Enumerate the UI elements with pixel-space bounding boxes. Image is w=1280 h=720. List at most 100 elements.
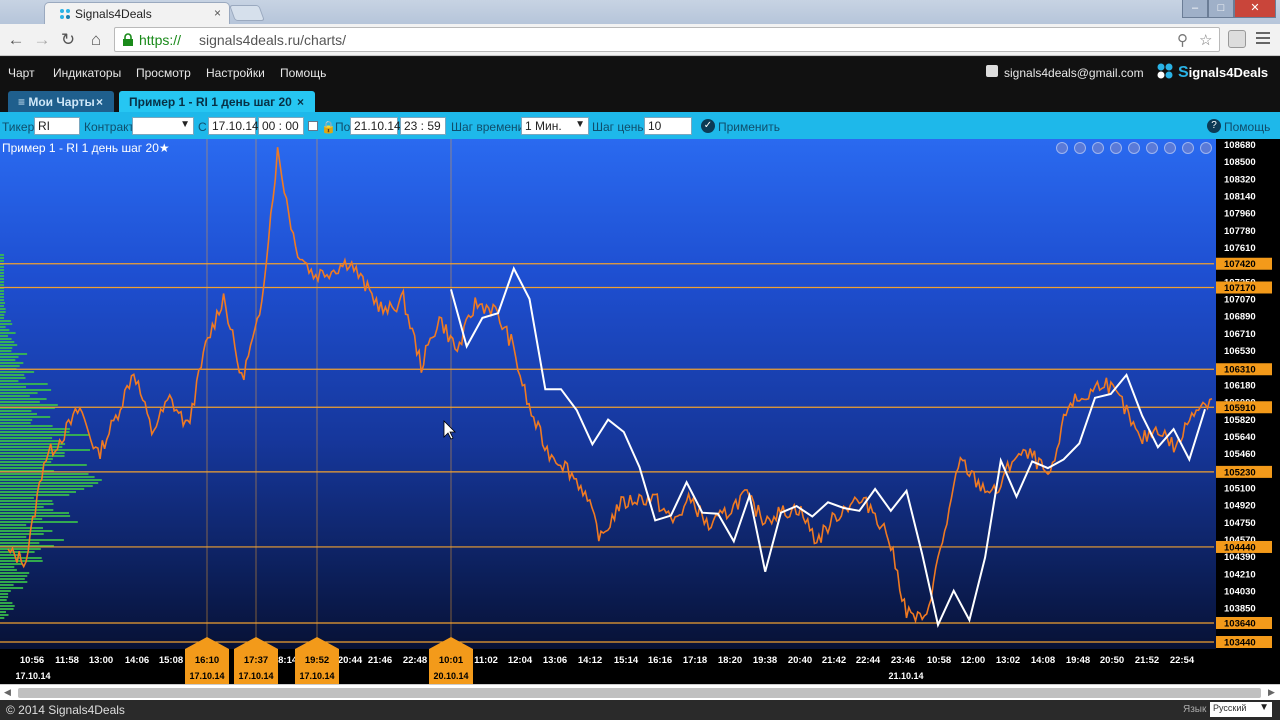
time-tick-label: 20:40 xyxy=(788,655,812,666)
forward-icon[interactable]: → xyxy=(32,30,52,50)
menu-chart[interactable]: Чарт xyxy=(8,66,35,80)
marker-date-label: 17.10.14 xyxy=(238,671,273,681)
price-tick-label: 107780 xyxy=(1224,226,1256,237)
price-tick-label: 105460 xyxy=(1224,449,1256,460)
window-minimize-button[interactable]: – xyxy=(1182,0,1208,18)
menu-indicators[interactable]: Индикаторы xyxy=(53,66,121,80)
move-icon[interactable] xyxy=(1164,142,1176,154)
menu-settings[interactable]: Настройки xyxy=(206,66,265,80)
price-tick-label: 106710 xyxy=(1224,329,1256,340)
price-tick-label: 104920 xyxy=(1224,501,1256,512)
price-tick-label: 108500 xyxy=(1224,157,1256,168)
draw-icon[interactable] xyxy=(1128,142,1140,154)
price-tick-label: 104390 xyxy=(1224,552,1256,563)
time-tick-label: 16:16 xyxy=(648,655,672,666)
price-tick-label: 105640 xyxy=(1224,432,1256,443)
price-level-label: 105230 xyxy=(1224,467,1256,478)
check-icon[interactable]: ✓ xyxy=(701,119,715,133)
scroll-right-icon[interactable]: ▶ xyxy=(1268,687,1275,698)
price-step-input[interactable]: 10 xyxy=(644,117,692,135)
chevron-down-icon: ▼ xyxy=(575,119,585,130)
range-checkbox[interactable] xyxy=(308,121,318,131)
camera-icon[interactable] xyxy=(1146,142,1158,154)
time-tick-label: 11:58 xyxy=(55,655,79,666)
time-tick-label: 22:54 xyxy=(1170,655,1195,666)
zoom-out-icon[interactable] xyxy=(1074,142,1086,154)
time-step-select[interactable]: 1 Мин. ▼ xyxy=(521,117,589,135)
grid-icon[interactable] xyxy=(1110,142,1122,154)
help-link[interactable]: Помощь xyxy=(1224,120,1270,134)
price-tick-label: 104750 xyxy=(1224,518,1256,529)
window-maximize-button[interactable]: □ xyxy=(1208,0,1234,18)
price-level-label: 104440 xyxy=(1224,542,1256,553)
contract-select[interactable]: ▼ xyxy=(132,117,194,135)
browser-tab[interactable]: Signals4Deals × xyxy=(44,2,230,24)
logo-text: Signals4Deals xyxy=(1178,64,1269,81)
time-tick-label: 23:46 xyxy=(891,655,915,666)
language-select[interactable]: Русский ▼ xyxy=(1210,702,1272,717)
marker-time-label: 10:01 xyxy=(439,655,464,666)
reload-icon[interactable]: ↻ xyxy=(58,30,78,50)
time-tick-label: 20:50 xyxy=(1100,655,1124,666)
time-tick-label: 11:02 xyxy=(474,655,498,666)
time-tick-label: 10:56 xyxy=(20,655,44,666)
time-tick-label: 15:08 xyxy=(159,655,183,666)
menu-icon[interactable] xyxy=(1256,32,1270,47)
parameters-bar: Тикер RI Контракт ▼ С 17.10.14 00 : 00 🔒… xyxy=(0,112,1280,139)
to-label: По xyxy=(335,120,351,134)
time-tick-label: 14:06 xyxy=(125,655,149,666)
home-icon[interactable]: ⌂ xyxy=(86,30,106,50)
lock-range-icon[interactable]: 🔒 xyxy=(321,120,336,134)
chart-overlay: 108680 108500 108320 108140 107960 107780 1076… xyxy=(15,140,1272,684)
price-tick-label: 106890 xyxy=(1224,312,1256,323)
price-tick-label: 106180 xyxy=(1224,380,1256,391)
time-tick-label: 14:08 xyxy=(1031,655,1055,666)
logo-icon xyxy=(1157,63,1173,79)
tab-example-1-close-icon[interactable]: × xyxy=(297,95,304,109)
back-icon[interactable]: ← xyxy=(6,30,26,50)
star-icon[interactable]: ☆ xyxy=(1199,31,1212,49)
chart-area[interactable]: 108680 108500 108320 108140 107960 107780 1076… xyxy=(0,139,1280,684)
time-tick-label: 21:46 xyxy=(368,655,392,666)
scrollbar-thumb[interactable] xyxy=(18,688,1261,698)
from-time-input[interactable]: 00 : 00 xyxy=(258,117,304,135)
ticker-input[interactable]: RI xyxy=(34,117,80,135)
copyright-text: © 2014 Signals4Deals xyxy=(6,703,125,717)
to-time-input[interactable]: 23 : 59 xyxy=(400,117,446,135)
user-icon xyxy=(986,65,998,77)
tab-my-charts-close-icon[interactable]: × xyxy=(96,95,103,109)
price-tick-label: 107610 xyxy=(1224,243,1256,254)
time-tick-label: 15:14 xyxy=(614,655,639,666)
menu-help[interactable]: Помощь xyxy=(280,66,326,80)
scroll-left-icon[interactable]: ◀ xyxy=(4,687,11,698)
time-tick-label: 22:48 xyxy=(403,655,427,666)
menu-view[interactable]: Просмотр xyxy=(136,66,191,80)
list-icon[interactable] xyxy=(1092,142,1104,154)
address-bar[interactable]: https:// signals4deals.ru/charts/ ⚲ ☆ xyxy=(114,27,1220,52)
window-close-button[interactable]: ✕ xyxy=(1234,0,1276,18)
marker-date-label: 17.10.14 xyxy=(189,671,224,681)
time-tick-label: 19:48 xyxy=(1066,655,1090,666)
browser-tab-close-icon[interactable]: × xyxy=(214,6,221,20)
tab-my-charts[interactable]: ≡ Мои Чарты × xyxy=(8,91,114,112)
price-level-label: 103440 xyxy=(1224,638,1256,649)
extension-icon[interactable] xyxy=(1228,30,1246,48)
price-tick-label: 107070 xyxy=(1224,295,1256,306)
horizontal-scrollbar[interactable]: ◀ ▶ xyxy=(0,684,1280,700)
user-email[interactable]: signals4deals@gmail.com xyxy=(1004,66,1144,80)
contract-label: Контракт xyxy=(84,120,135,134)
settings-icon[interactable] xyxy=(1182,142,1194,154)
tab-example-1[interactable]: Пример 1 - RI 1 день шаг 20 × xyxy=(119,91,315,112)
apply-button[interactable]: Применить xyxy=(718,120,780,134)
help-icon[interactable]: ? xyxy=(1207,119,1221,133)
close-icon[interactable] xyxy=(1200,142,1212,154)
time-tick-label: 17:18 xyxy=(683,655,707,666)
search-icon[interactable]: ⚲ xyxy=(1177,31,1188,49)
to-date-input[interactable]: 21.10.14 xyxy=(350,117,401,135)
zoom-in-icon[interactable] xyxy=(1056,142,1068,154)
from-date-input[interactable]: 17.10.14 xyxy=(208,117,259,135)
new-tab-button[interactable] xyxy=(229,5,265,21)
url-scheme: https:// xyxy=(139,32,182,48)
price-tick-label: 108140 xyxy=(1224,192,1256,203)
price-level-label: 107420 xyxy=(1224,259,1256,270)
